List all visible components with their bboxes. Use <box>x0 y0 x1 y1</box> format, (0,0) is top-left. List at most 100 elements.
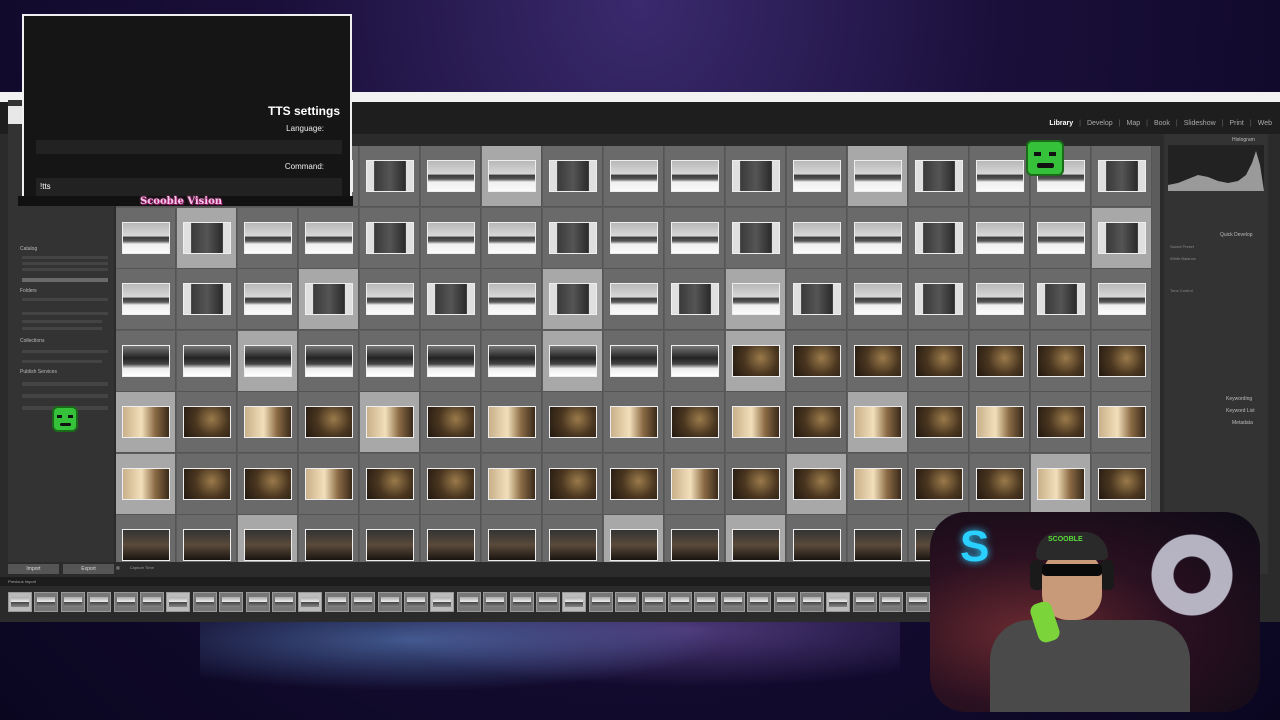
filmstrip-thumbnail[interactable] <box>351 592 376 612</box>
grid-thumbnail[interactable] <box>665 146 725 207</box>
grid-thumbnail[interactable] <box>421 453 481 515</box>
filmstrip-thumbnail[interactable] <box>245 592 270 612</box>
module-web[interactable]: Web <box>1258 120 1272 127</box>
histogram-label[interactable]: Histogram <box>1232 137 1255 143</box>
filmstrip-thumbnail[interactable] <box>483 592 508 612</box>
grid-thumbnail[interactable] <box>970 330 1030 392</box>
grid-thumbnail[interactable] <box>360 269 420 330</box>
grid-thumbnail[interactable] <box>604 146 664 207</box>
grid-thumbnail[interactable] <box>116 515 176 562</box>
grid-thumbnail[interactable] <box>970 269 1030 330</box>
grid-thumbnail[interactable] <box>1092 453 1152 515</box>
grid-thumbnail[interactable] <box>177 515 237 562</box>
quick-develop-label[interactable]: Quick Develop <box>1220 232 1253 238</box>
grid-thumbnail[interactable] <box>909 330 969 392</box>
grid-thumbnail[interactable] <box>726 515 786 562</box>
grid-thumbnail[interactable] <box>726 269 786 330</box>
filmstrip-thumbnail[interactable] <box>272 592 296 612</box>
filmstrip-thumbnail[interactable] <box>456 592 481 612</box>
grid-thumbnail[interactable] <box>848 330 908 392</box>
grid-thumbnail[interactable] <box>116 207 176 269</box>
grid-thumbnail[interactable] <box>604 269 664 330</box>
filmstrip-thumbnail[interactable] <box>87 592 112 612</box>
panel-folders[interactable]: Folders <box>20 288 37 294</box>
grid-thumbnail[interactable] <box>1031 207 1091 269</box>
grid-thumbnail[interactable] <box>848 392 908 453</box>
grid-thumbnail[interactable] <box>116 392 176 453</box>
filmstrip-thumbnail[interactable] <box>404 592 428 612</box>
filmstrip-thumbnail[interactable] <box>536 592 560 612</box>
grid-thumbnail[interactable] <box>1092 207 1152 269</box>
grid-thumbnail[interactable] <box>421 515 481 562</box>
grid-thumbnail[interactable] <box>726 453 786 515</box>
filmstrip-thumbnail[interactable] <box>641 592 666 612</box>
grid-thumbnail[interactable] <box>665 515 725 562</box>
filmstrip-thumbnail[interactable] <box>166 592 191 612</box>
library-grid[interactable] <box>116 146 1160 562</box>
grid-thumbnail[interactable] <box>482 453 542 515</box>
grid-thumbnail[interactable] <box>482 392 542 453</box>
grid-thumbnail[interactable] <box>848 207 908 269</box>
grid-thumbnail[interactable] <box>665 269 725 330</box>
filmstrip-thumbnail[interactable] <box>852 592 877 612</box>
grid-thumbnail[interactable] <box>421 269 481 330</box>
grid-thumbnail[interactable] <box>360 515 420 562</box>
grid-thumbnail[interactable] <box>970 146 1030 207</box>
grid-thumbnail[interactable] <box>360 392 420 453</box>
filmstrip-thumbnail[interactable] <box>140 592 164 612</box>
import-button[interactable]: Import <box>8 564 59 574</box>
filmstrip-thumbnail[interactable] <box>694 592 719 612</box>
grid-thumbnail[interactable] <box>787 146 847 207</box>
grid-thumbnail[interactable] <box>726 392 786 453</box>
module-slideshow[interactable]: Slideshow <box>1184 120 1216 127</box>
module-book[interactable]: Book <box>1154 120 1170 127</box>
module-map[interactable]: Map <box>1126 120 1140 127</box>
grid-thumbnail[interactable] <box>177 207 237 269</box>
grid-thumbnail[interactable] <box>543 392 603 453</box>
grid-thumbnail[interactable] <box>1092 392 1152 453</box>
grid-thumbnail[interactable] <box>848 269 908 330</box>
grid-thumbnail[interactable] <box>1092 269 1152 330</box>
filmstrip-thumbnail[interactable] <box>747 592 772 612</box>
grid-thumbnail[interactable] <box>482 330 542 392</box>
sort-label[interactable]: Capture Time <box>130 565 154 570</box>
tone-control-row[interactable]: Tone Control <box>1170 288 1193 293</box>
grid-thumbnail[interactable] <box>238 269 298 330</box>
panel-publish-services[interactable]: Publish Services <box>20 369 57 375</box>
panel-catalog[interactable]: Catalog <box>20 246 37 252</box>
grid-thumbnail[interactable] <box>177 392 237 453</box>
grid-thumbnail[interactable] <box>360 330 420 392</box>
module-library[interactable]: Library <box>1049 120 1073 127</box>
filmstrip-thumbnail[interactable] <box>113 592 138 612</box>
filmstrip-thumbnail[interactable] <box>588 592 613 612</box>
grid-thumbnail[interactable] <box>787 207 847 269</box>
grid-thumbnail[interactable] <box>1092 146 1152 207</box>
grid-thumbnail[interactable] <box>787 330 847 392</box>
filmstrip-thumbnail[interactable] <box>720 592 745 612</box>
grid-thumbnail[interactable] <box>665 453 725 515</box>
grid-thumbnail[interactable] <box>1092 330 1152 392</box>
grid-thumbnail[interactable] <box>726 207 786 269</box>
saved-preset-row[interactable]: Saved Preset <box>1170 244 1194 249</box>
grid-thumbnail[interactable] <box>116 453 176 515</box>
grid-thumbnail[interactable] <box>909 269 969 330</box>
keywording-label[interactable]: Keywording <box>1226 396 1252 402</box>
grid-thumbnail[interactable] <box>543 269 603 330</box>
grid-thumbnail[interactable] <box>360 146 420 207</box>
grid-thumbnail[interactable] <box>665 330 725 392</box>
filmstrip-thumbnail[interactable] <box>615 592 640 612</box>
grid-thumbnail[interactable] <box>482 146 542 207</box>
filmstrip-thumbnail[interactable] <box>8 592 32 612</box>
filmstrip-thumbnail[interactable] <box>60 592 85 612</box>
export-button[interactable]: Export <box>63 564 114 574</box>
grid-thumbnail[interactable] <box>543 515 603 562</box>
grid-thumbnail[interactable] <box>482 515 542 562</box>
filmstrip-thumbnail[interactable] <box>298 592 323 612</box>
grid-thumbnail[interactable] <box>177 453 237 515</box>
grid-thumbnail[interactable] <box>970 392 1030 453</box>
grid-thumbnail[interactable] <box>848 453 908 515</box>
filmstrip-thumbnail[interactable] <box>562 592 587 612</box>
grid-thumbnail[interactable] <box>848 515 908 562</box>
grid-thumbnail[interactable] <box>177 330 237 392</box>
grid-thumbnail[interactable] <box>116 330 176 392</box>
